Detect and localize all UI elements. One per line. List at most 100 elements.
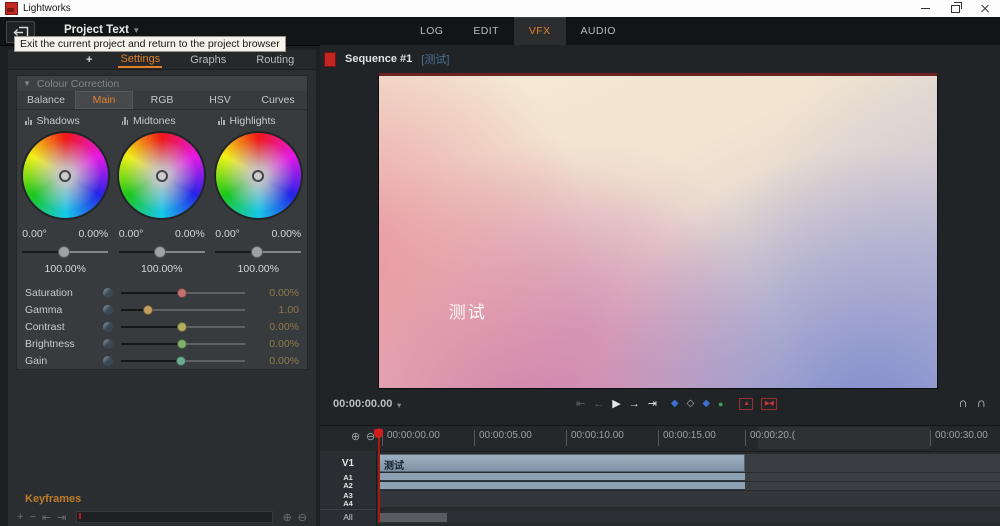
- playhead-marker[interactable]: [374, 429, 383, 438]
- saturation-slider[interactable]: [121, 286, 245, 299]
- reset-icon[interactable]: [103, 305, 113, 315]
- brightness-slider[interactable]: [121, 337, 245, 350]
- app-logo-icon: [5, 2, 18, 15]
- slider-knob[interactable]: [177, 322, 187, 332]
- cue-marker-button[interactable]: ◇: [687, 397, 695, 411]
- cc-tab-curves[interactable]: Curves: [249, 91, 307, 109]
- gain-slider[interactable]: [121, 354, 245, 367]
- go-to-start-button[interactable]: ⇤: [576, 397, 585, 411]
- shadows-colour-wheel[interactable]: [21, 131, 110, 220]
- gamma-slider[interactable]: [121, 303, 245, 316]
- wheel-handle[interactable]: [252, 170, 264, 182]
- audio-clip-a2[interactable]: [378, 482, 745, 490]
- mark-in-button[interactable]: ◆: [671, 397, 679, 411]
- tab-vfx[interactable]: VFX: [514, 17, 566, 45]
- project-name-menu[interactable]: Project Text: [64, 24, 129, 36]
- playhead-line[interactable]: [378, 428, 380, 523]
- go-to-end-button[interactable]: ⇥: [648, 397, 657, 411]
- video-clip[interactable]: 测试: [378, 454, 745, 472]
- track-label-a4[interactable]: A4: [320, 499, 376, 508]
- cc-tab-main[interactable]: Main: [75, 91, 133, 109]
- track-label-v1[interactable]: V1: [320, 458, 376, 469]
- keyframes-track[interactable]: [76, 511, 272, 523]
- slider-knob[interactable]: [176, 356, 186, 366]
- timeline-scrollbar[interactable]: [379, 513, 447, 522]
- video-track-lane[interactable]: 测试: [378, 454, 1000, 472]
- timeline-zoom-in-icon[interactable]: ⊕: [351, 430, 360, 443]
- reset-icon[interactable]: [103, 322, 113, 332]
- highlights-wheel-group: Highlights 0.00° 0.00% 100.00%: [210, 113, 307, 275]
- track-label-all[interactable]: All: [320, 512, 376, 522]
- track-label-a2[interactable]: A2: [320, 481, 376, 490]
- midtones-hue-value: 0.00°: [119, 228, 144, 240]
- highlights-colour-wheel[interactable]: [214, 131, 303, 220]
- wheel-handle[interactable]: [156, 170, 168, 182]
- minimize-button[interactable]: [910, 0, 940, 17]
- video-viewer[interactable]: 测试: [378, 73, 938, 389]
- reset-icon[interactable]: [103, 356, 113, 366]
- play-button[interactable]: ▶: [612, 397, 620, 411]
- slider-knob[interactable]: [177, 339, 187, 349]
- audio-track-lane-a3[interactable]: [378, 491, 1000, 499]
- timecode-dropdown-icon[interactable]: ▾: [397, 400, 401, 411]
- tab-edit[interactable]: EDIT: [458, 17, 514, 45]
- contrast-slider[interactable]: [121, 320, 245, 333]
- keyframe-add-button[interactable]: +: [17, 511, 23, 523]
- contrast-slider-row: Contrast 0.00%: [17, 318, 307, 335]
- track-header-column: V1 A1 A2 A3 A4 All: [320, 451, 377, 526]
- minimize-icon: [921, 8, 930, 9]
- slider-knob[interactable]: [58, 246, 70, 258]
- tab-audio[interactable]: AUDIO: [566, 17, 631, 45]
- keyframe-remove-button[interactable]: −: [29, 511, 35, 523]
- undo-icon[interactable]: ∩: [958, 396, 967, 410]
- step-back-button[interactable]: ←: [593, 397, 604, 411]
- slider-knob[interactable]: [154, 246, 166, 258]
- reset-icon[interactable]: [103, 288, 113, 298]
- highlights-luma-slider[interactable]: [215, 245, 301, 258]
- sync-lock-button[interactable]: ●: [718, 397, 723, 411]
- audio-track-lane-a2[interactable]: [378, 482, 1000, 490]
- add-effect-button[interactable]: +: [86, 54, 92, 66]
- midtones-luma-slider[interactable]: [119, 245, 205, 258]
- cc-tab-balance[interactable]: Balance: [17, 91, 75, 109]
- slider-knob[interactable]: [143, 305, 153, 315]
- restore-button[interactable]: [940, 0, 970, 17]
- mark-out-button[interactable]: ◆: [702, 397, 710, 411]
- slider-knob[interactable]: [177, 288, 187, 298]
- keyframes-zoom-out-icon[interactable]: ⊖: [298, 511, 307, 524]
- keyframe-next-button[interactable]: ⇥: [57, 511, 66, 524]
- cc-tab-hsv[interactable]: HSV: [191, 91, 249, 109]
- insert-edit-button[interactable]: ▲: [739, 398, 752, 410]
- reset-icon[interactable]: [103, 339, 113, 349]
- shadows-luma-slider[interactable]: [22, 245, 108, 258]
- step-forward-button[interactable]: →: [629, 397, 640, 411]
- contrast-label: Contrast: [25, 321, 103, 333]
- wheel-handle[interactable]: [59, 170, 71, 182]
- redo-icon[interactable]: ∩: [977, 396, 986, 410]
- divider: [320, 509, 376, 510]
- close-button[interactable]: [970, 0, 1000, 17]
- keyframes-zoom-in-icon[interactable]: ⊕: [283, 511, 292, 524]
- remove-edit-button[interactable]: ▶◀: [761, 398, 777, 410]
- audio-track-lane-a1[interactable]: [378, 473, 1000, 481]
- effects-panel: + Settings Graphs Routing ▼ Colour Corre…: [8, 50, 316, 526]
- project-dropdown-icon[interactable]: ▾: [134, 25, 139, 36]
- colour-correction-title: Colour Correction: [37, 78, 119, 90]
- current-timecode[interactable]: 00:00:00.00: [333, 398, 392, 410]
- tab-settings[interactable]: Settings: [118, 51, 162, 68]
- cc-tab-rgb[interactable]: RGB: [133, 91, 191, 109]
- window-title: Lightworks: [23, 3, 71, 14]
- keyframes-toolbar: + − ⇤ ⇥ ⊕ ⊖: [8, 508, 316, 526]
- midtones-colour-wheel[interactable]: [117, 131, 206, 220]
- audio-track-lane-a4[interactable]: [378, 499, 1000, 507]
- tab-routing[interactable]: Routing: [254, 52, 296, 67]
- slider-knob[interactable]: [251, 246, 263, 258]
- audio-clip-a1[interactable]: [378, 473, 745, 481]
- shadows-sat-value: 0.00%: [78, 228, 108, 240]
- tab-log[interactable]: LOG: [405, 17, 458, 45]
- timeline-ruler[interactable]: ⊕ ⊖ 00:00:00.00 00:00:05.00 00:00:10.00 …: [320, 426, 1000, 452]
- tab-graphs[interactable]: Graphs: [188, 52, 228, 67]
- keyframe-prev-button[interactable]: ⇤: [42, 511, 51, 524]
- collapse-icon[interactable]: ▼: [23, 79, 31, 88]
- all-track-lane[interactable]: [378, 511, 1000, 523]
